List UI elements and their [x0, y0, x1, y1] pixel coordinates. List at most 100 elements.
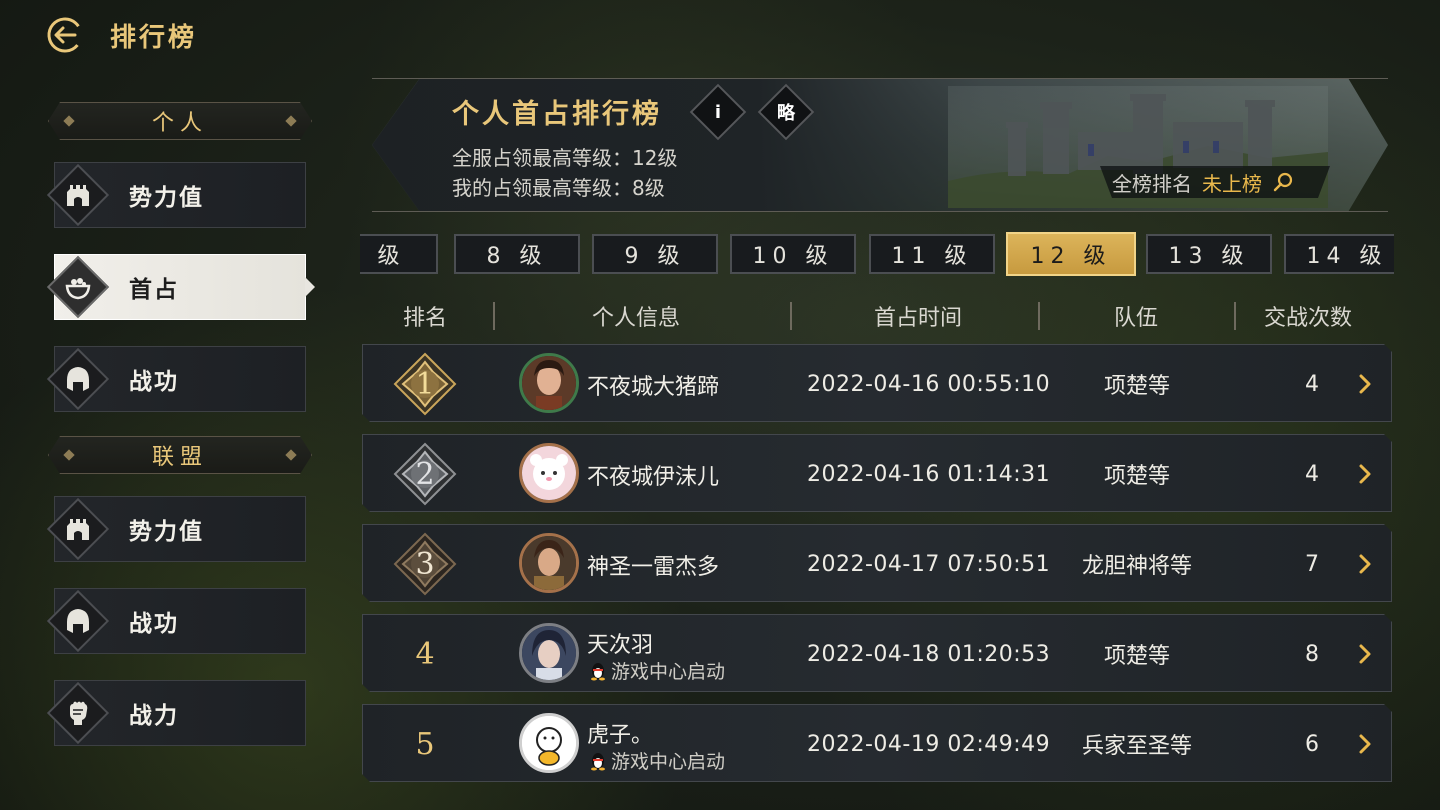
tab-label: 10 级 [752, 244, 834, 269]
sidebar-item-personal-power[interactable]: 势力值 [46, 162, 306, 228]
bronze-rank-badge: 3 [393, 532, 457, 596]
table-row[interactable]: 1 不夜城大猪蹄 2022-04-16 00:55:10 项楚等 4 [362, 344, 1392, 422]
launch-source: 游戏中心启动 [589, 657, 725, 684]
column-header-first-occupy-time: 首占时间 [873, 306, 962, 331]
rank-number: 5 [415, 726, 435, 762]
overall-rank-value: 未上榜 [1202, 171, 1262, 196]
tab-label: 13 级 [1168, 244, 1250, 269]
tab-label: 12 级 [1030, 244, 1112, 269]
gold-rank-badge: 1 [393, 352, 457, 416]
rank-number: 1 [415, 366, 435, 402]
first-occupy-time: 2022-04-16 01:14:31 [807, 461, 1051, 487]
tab-level-13[interactable]: 13 级 [1146, 234, 1272, 274]
tab-label: 7 级 [360, 244, 406, 269]
team-name: 龙胆神将等 [1081, 554, 1192, 579]
tab-level-9[interactable]: 9 级 [592, 234, 718, 274]
sidebar-item-label: 势力值 [129, 519, 204, 545]
section-label: 个人 [151, 111, 208, 136]
avatar[interactable] [519, 353, 579, 413]
tab-level-8[interactable]: 8 级 [454, 234, 580, 274]
search-icon [1272, 171, 1294, 193]
player-name: 虎子。 [587, 723, 654, 748]
sidebar-item-label: 首占 [129, 277, 179, 303]
tab-label: 8 级 [486, 244, 548, 269]
helmet-icon [67, 609, 89, 633]
launch-source: 游戏中心启动 [589, 747, 725, 774]
tab-level-7[interactable]: 7 级 [360, 234, 438, 274]
battle-count: 4 [1305, 461, 1319, 487]
avatar[interactable] [519, 533, 579, 593]
rank-number: 4 [415, 636, 435, 672]
server-max-level: 全服占领最高等级：12级 [452, 146, 678, 170]
player-name: 不夜城大猪蹄 [587, 375, 720, 400]
battle-count: 4 [1305, 371, 1319, 397]
silver-rank-badge: 2 [393, 442, 457, 506]
sidebar-item-personal-merit[interactable]: 战功 [46, 346, 306, 412]
avatar[interactable] [519, 443, 579, 503]
tab-label: 9 级 [624, 244, 686, 269]
table-row[interactable]: 3 神圣一雷杰多 2022-04-17 07:50:51 龙胆神将等 7 [362, 524, 1392, 602]
first-occupy-time: 2022-04-16 00:55:10 [807, 371, 1051, 397]
launch-source-text: 游戏中心启动 [611, 751, 726, 773]
page-title: 排行榜 [110, 22, 198, 53]
overall-rank-button[interactable]: 全榜排名 未上榜 [1100, 166, 1330, 198]
table-row[interactable]: 5 虎子。 游戏中心启动 2022-04-19 02:49:49 兵家至圣等 6 [362, 704, 1392, 782]
table-row[interactable]: 4 天次羽 游戏中心启动 2022-04-18 01:20:53 项楚等 8 [362, 614, 1392, 692]
header: 排行榜 [40, 10, 197, 60]
sidebar-item-label: 战功 [129, 611, 179, 637]
tab-level-14[interactable]: 14 级 [1284, 234, 1394, 274]
column-header-team: 队伍 [1113, 306, 1158, 331]
first-occupy-time: 2022-04-19 02:49:49 [807, 731, 1051, 757]
chevron-right-icon [1353, 732, 1377, 756]
sidebar-item-alliance-power[interactable]: 势力值 [46, 496, 306, 562]
fortress-icon [67, 185, 89, 206]
sidebar-item-personal-first-occupy[interactable]: 首占 [46, 254, 315, 320]
avatar[interactable] [519, 713, 579, 773]
back-arrow-icon [47, 17, 83, 53]
qq-penguin-icon [589, 661, 607, 681]
battle-count: 6 [1305, 731, 1319, 757]
helmet-icon [67, 367, 89, 391]
section-label: 联盟 [151, 445, 208, 470]
treasure-bowl-icon [65, 278, 91, 300]
overall-rank-label: 全榜排名 [1112, 171, 1192, 196]
level-tabs: 7 级 8 级 9 级 10 级 11 级 12 级 13 级 14 级 [360, 232, 1394, 276]
chevron-right-icon [1353, 642, 1377, 666]
player-name: 神圣一雷杰多 [587, 555, 720, 580]
battle-count: 8 [1305, 641, 1319, 667]
sidebar-item-alliance-strength[interactable]: 战力 [46, 680, 306, 746]
player-name: 天次羽 [587, 633, 654, 658]
rank-number: 3 [415, 546, 435, 582]
sidebar-item-alliance-merit[interactable]: 战功 [46, 588, 306, 654]
tab-level-10[interactable]: 10 级 [730, 234, 856, 274]
chevron-right-icon [1353, 462, 1377, 486]
first-occupy-time: 2022-04-18 01:20:53 [807, 641, 1051, 667]
fortress-icon [67, 519, 89, 540]
chevron-right-icon [1353, 552, 1377, 576]
team-name: 项楚等 [1103, 374, 1170, 399]
team-name: 兵家至圣等 [1081, 734, 1192, 759]
sidebar-item-label: 战力 [129, 703, 179, 729]
column-header-player-info: 个人信息 [591, 306, 680, 331]
section-header-personal: 个人 [48, 102, 312, 140]
battle-count: 7 [1305, 551, 1319, 577]
table-row[interactable]: 2 不夜城伊沫儿 2022-04-16 01:14:31 项楚等 4 [362, 434, 1392, 512]
player-name: 不夜城伊沫儿 [587, 465, 720, 490]
info-icon: i [714, 101, 722, 123]
strategy-label: 略 [777, 103, 795, 124]
launch-source-text: 游戏中心启动 [611, 661, 726, 683]
qq-penguin-icon [589, 751, 607, 771]
chevron-right-icon [1353, 372, 1377, 396]
rank-number: 2 [415, 456, 435, 492]
tab-level-12[interactable]: 12 级 [1006, 232, 1136, 276]
fist-icon [70, 701, 88, 725]
sidebar-item-label: 势力值 [129, 185, 204, 211]
tab-level-11[interactable]: 11 级 [869, 234, 995, 274]
back-button[interactable] [40, 10, 90, 60]
column-header-battles: 交战次数 [1263, 306, 1352, 331]
avatar[interactable] [519, 623, 579, 683]
first-occupy-time: 2022-04-17 07:50:51 [807, 551, 1051, 577]
section-header-alliance: 联盟 [48, 436, 312, 474]
table-header: 排名 个人信息 首占时间 队伍 交战次数 [360, 296, 1394, 336]
team-name: 项楚等 [1103, 464, 1170, 489]
